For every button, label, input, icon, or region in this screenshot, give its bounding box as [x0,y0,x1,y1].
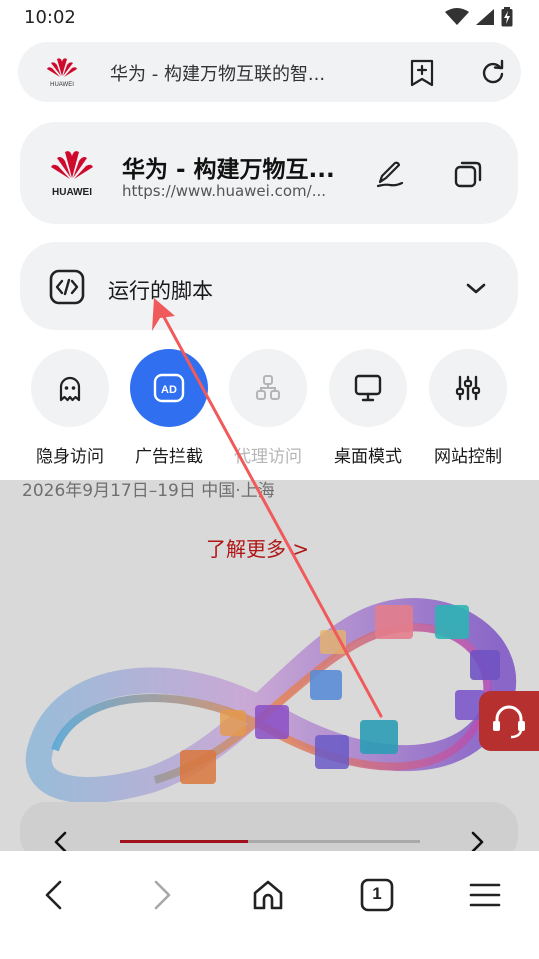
forward-icon[interactable] [144,877,180,913]
chevron-down-icon[interactable] [464,276,488,300]
quick-action-label: 隐身访问 [36,447,104,467]
status-icons [445,7,513,27]
quick-action-desktop-mode[interactable]: 桌面模式 [328,349,408,467]
carousel-progress-fill [120,840,248,843]
quick-action-site-control[interactable]: 网站控制 [428,349,508,467]
address-title[interactable]: 华为 - 构建万物互联的智... [110,60,365,86]
quick-action-label: 网站控制 [434,447,502,467]
carousel-bar [20,802,518,851]
status-time: 10:02 [24,6,76,28]
code-icon [49,269,85,305]
proxy-icon [256,375,280,400]
back-icon[interactable] [36,877,72,913]
quick-action-circle[interactable] [31,349,109,427]
quick-action-circle [229,349,307,427]
support-button[interactable] [479,691,539,751]
ghost-icon [59,376,81,402]
menu-icon[interactable] [467,877,503,913]
edit-icon[interactable] [374,158,406,190]
quick-action-label: 广告拦截 [135,447,203,467]
bookmark-add-icon[interactable] [407,58,437,88]
running-scripts-label: 运行的脚本 [108,279,213,303]
quick-action-circle[interactable] [329,349,407,427]
quick-action-label: 桌面模式 [334,447,402,467]
quick-action-circle[interactable]: AD [130,349,208,427]
svg-text:AD: AD [161,384,177,396]
status-bar: 10:02 [0,0,539,34]
carousel-next-icon[interactable] [468,830,488,851]
tab-count: 1 [372,884,382,903]
copy-icon[interactable] [452,158,484,190]
quick-action-circle[interactable] [429,349,507,427]
site-info-card: HUAWEI 华为 - 构建万物互... https://www.huawei.… [20,122,518,224]
sliders-icon [455,375,481,401]
wifi-icon [445,8,469,25]
event-date-line: 2026年9月17日–19日 中国·上海 [22,481,275,501]
quick-action-incognito[interactable]: 隐身访问 [30,349,110,467]
signal-icon [476,9,494,25]
quick-action-label: 代理访问 [234,447,302,467]
home-icon[interactable] [250,877,286,913]
headset-icon [493,705,525,739]
huawei-logo-icon: HUAWEI [51,151,93,198]
quick-action-ad-block[interactable]: AD 广告拦截 [129,349,209,467]
address-bar[interactable]: HUAWEI 华为 - 构建万物互联的智... [18,42,521,102]
reload-icon[interactable] [478,58,508,88]
desktop-icon [354,374,382,402]
webpage-background: 2026年9月17日–19日 中国·上海 了解更多 > [0,480,539,851]
bottom-navigation: 1 [0,851,539,959]
running-scripts-row[interactable]: 运行的脚本 [20,242,518,330]
site-url: https://www.huawei.com/... [122,182,326,200]
quick-action-proxy: 代理访问 [228,349,308,467]
svg-text:HUAWEI: HUAWEI [50,82,74,88]
tabs-button[interactable]: 1 [359,877,395,913]
carousel-prev-icon[interactable] [50,830,70,851]
site-title: 华为 - 构建万物互... [122,157,335,183]
ad-block-icon: AD [153,373,185,403]
battery-icon [501,7,513,27]
huawei-logo-icon: HUAWEI [47,58,77,88]
svg-text:HUAWEI: HUAWEI [52,187,92,198]
